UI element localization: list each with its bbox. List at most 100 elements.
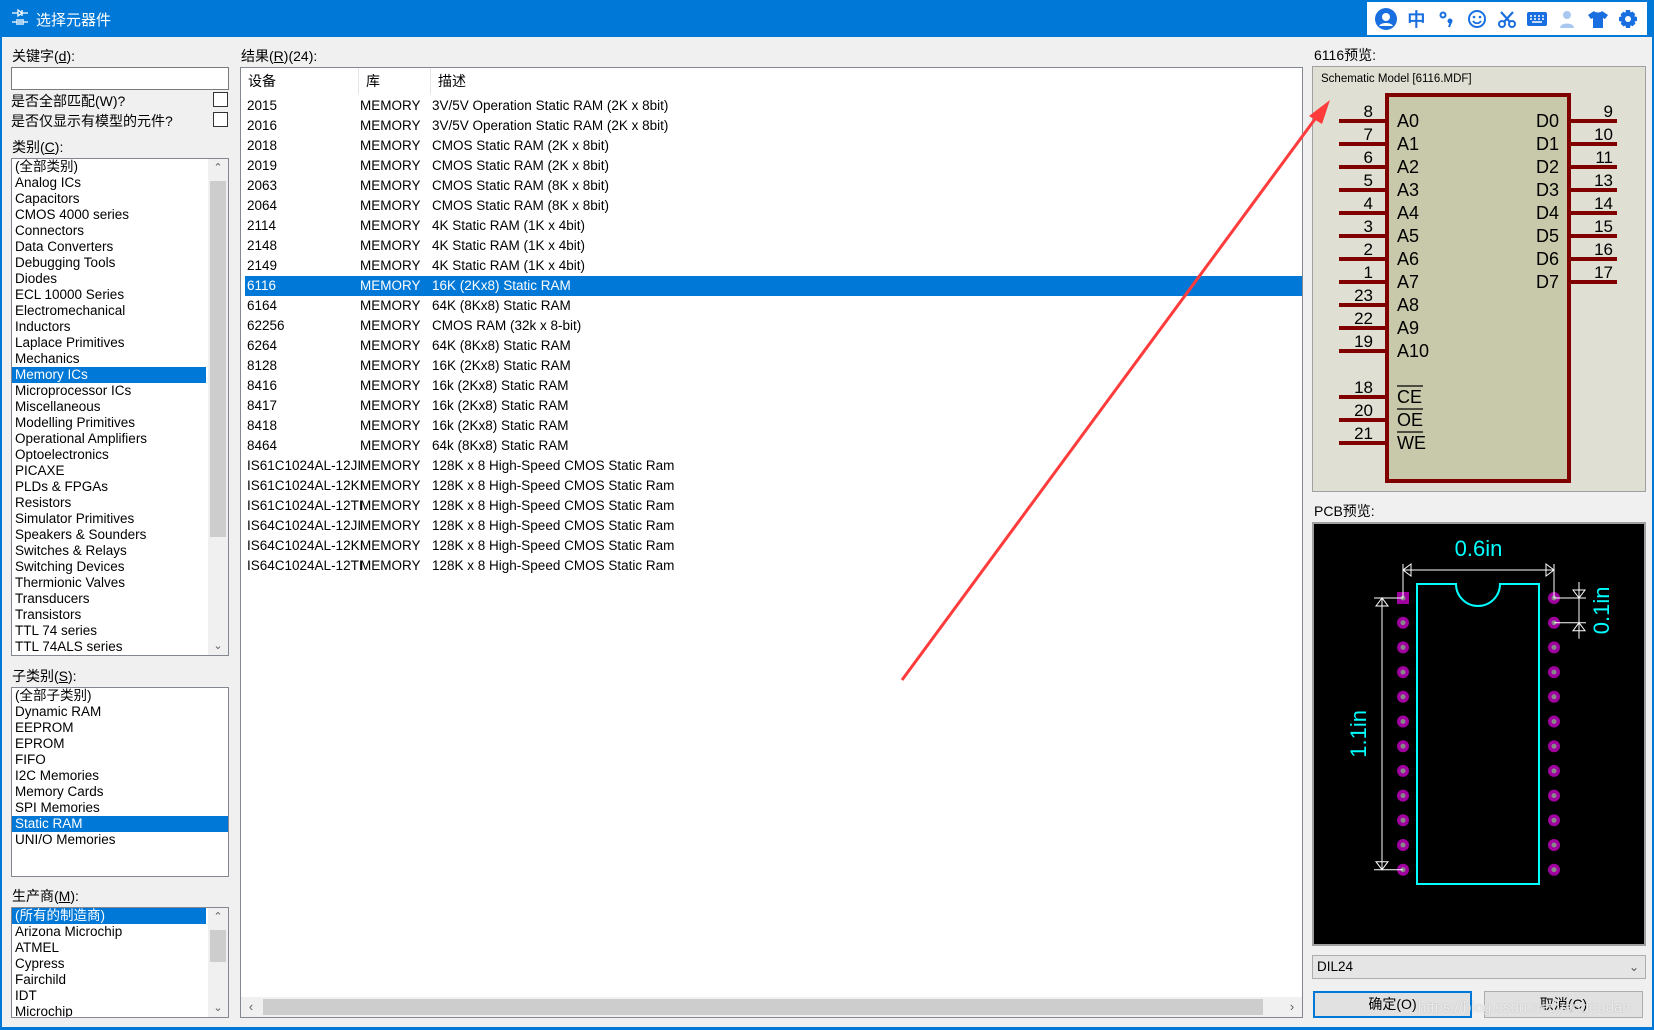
emoji-icon[interactable] <box>1465 7 1489 31</box>
table-row[interactable]: 2016 MEMORY 3V/5V Operation Static RAM (2K… <box>245 116 1302 136</box>
subcategory-item[interactable]: EEPROM <box>12 720 228 736</box>
table-row[interactable]: 2114 MEMORY 4K Static RAM (1K x 4bit) <box>245 216 1302 236</box>
table-row[interactable]: 2015 MEMORY 3V/5V Operation Static RAM (2K… <box>245 96 1302 116</box>
category-item[interactable]: Thermionic Valves <box>12 575 206 591</box>
subcategory-item[interactable]: FIFO <box>12 752 228 768</box>
category-item[interactable]: TTL 74ALS series <box>12 639 206 655</box>
scroll-up-icon[interactable]: ⌃ <box>208 908 228 926</box>
chinese-input-icon[interactable]: 中 <box>1404 7 1428 31</box>
scissors-icon[interactable] <box>1495 7 1519 31</box>
keyboard-icon[interactable] <box>1525 7 1549 31</box>
scroll-thumb[interactable] <box>263 999 1263 1015</box>
scroll-up-icon[interactable]: ⌃ <box>208 159 228 177</box>
column-header-description[interactable]: 描述 <box>431 68 731 94</box>
subcategory-item[interactable]: (全部子类别) <box>12 688 228 704</box>
category-scrollbar[interactable]: ⌃ ⌄ <box>208 159 228 655</box>
category-item[interactable]: Electromechanical <box>12 303 206 319</box>
scroll-thumb[interactable] <box>210 181 226 537</box>
subcategory-item[interactable]: Static RAM <box>12 816 228 832</box>
table-row[interactable]: IS64C1024AL-12JI MEMORY 128K x 8 High-Spee… <box>245 516 1302 536</box>
table-row[interactable]: 2019 MEMORY CMOS Static RAM (2K x 8bit) <box>245 156 1302 176</box>
category-item[interactable]: Speakers & Sounders <box>12 527 206 543</box>
table-row[interactable]: IS61C1024AL-12TI MEMORY 128K x 8 High-Spee… <box>245 496 1302 516</box>
package-select[interactable]: DIL24 ⌄ <box>1312 955 1646 979</box>
results-table[interactable]: 设备 库 描述 2015 MEMORY 3V/5V Operation Static… <box>240 67 1303 1018</box>
category-item[interactable]: Laplace Primitives <box>12 335 206 351</box>
category-item[interactable]: Modelling Primitives <box>12 415 206 431</box>
person-icon[interactable] <box>1555 7 1579 31</box>
column-header-device[interactable]: 设备 <box>241 68 359 94</box>
scroll-right-icon[interactable]: › <box>1282 997 1302 1017</box>
manufacturer-item[interactable]: Cypress <box>12 956 206 972</box>
table-row[interactable]: 8416 MEMORY 16k (2Kx8) Static RAM <box>245 376 1302 396</box>
table-row[interactable]: 2064 MEMORY CMOS Static RAM (8K x 8bit) <box>245 196 1302 216</box>
category-item[interactable]: Switches & Relays <box>12 543 206 559</box>
keyword-input[interactable] <box>11 67 229 90</box>
category-item[interactable]: Simulator Primitives <box>12 511 206 527</box>
category-item[interactable]: (全部类别) <box>12 159 206 175</box>
category-item[interactable]: CMOS 4000 series <box>12 207 206 223</box>
manufacturer-list[interactable]: (所有的制造商) Arizona Microchip ATMEL Cypress Fai… <box>11 907 229 1018</box>
subcategory-item[interactable]: EPROM <box>12 736 228 752</box>
models-only-checkbox[interactable] <box>213 112 228 127</box>
scroll-down-icon[interactable]: ⌄ <box>208 999 228 1017</box>
table-row[interactable]: 2018 MEMORY CMOS Static RAM (2K x 8bit) <box>245 136 1302 156</box>
table-row[interactable]: 6116 MEMORY 16K (2Kx8) Static RAM <box>245 276 1302 296</box>
results-hscrollbar[interactable]: ‹ › <box>241 997 1302 1017</box>
category-item[interactable]: Switching Devices <box>12 559 206 575</box>
manufacturer-item[interactable]: (所有的制造商) <box>12 908 206 924</box>
manufacturer-item[interactable]: ATMEL <box>12 940 206 956</box>
category-item[interactable]: Transistors <box>12 607 206 623</box>
category-item[interactable]: Inductors <box>12 319 206 335</box>
category-item[interactable]: Capacitors <box>12 191 206 207</box>
category-item[interactable]: Transducers <box>12 591 206 607</box>
column-header-library[interactable]: 库 <box>359 68 431 94</box>
category-item[interactable]: Data Converters <box>12 239 206 255</box>
category-list[interactable]: (全部类别) Analog ICs Capacitors CMOS 4000 seri… <box>11 158 229 656</box>
subcategory-item[interactable]: I2C Memories <box>12 768 228 784</box>
manufacturer-item[interactable]: Arizona Microchip <box>12 924 206 940</box>
table-row[interactable]: IS64C1024AL-12TI MEMORY 128K x 8 High-Spee… <box>245 556 1302 576</box>
table-row[interactable]: 62256 MEMORY CMOS RAM (32k x 8-bit) <box>245 316 1302 336</box>
category-item[interactable]: Analog ICs <box>12 175 206 191</box>
table-row[interactable]: 6164 MEMORY 64K (8Kx8) Static RAM <box>245 296 1302 316</box>
punctuation-icon[interactable] <box>1435 7 1459 31</box>
match-all-checkbox[interactable] <box>213 92 228 107</box>
table-row[interactable]: 2149 MEMORY 4K Static RAM (1K x 4bit) <box>245 256 1302 276</box>
table-row[interactable]: IS64C1024AL-12KI MEMORY 128K x 8 High-Spee… <box>245 536 1302 556</box>
table-row[interactable]: 2148 MEMORY 4K Static RAM (1K x 4bit) <box>245 236 1302 256</box>
category-item[interactable]: Miscellaneous <box>12 399 206 415</box>
category-item[interactable]: Diodes <box>12 271 206 287</box>
manufacturer-item[interactable]: Microchip <box>12 1004 206 1017</box>
table-row[interactable]: 6264 MEMORY 64K (8Kx8) Static RAM <box>245 336 1302 356</box>
manufacturer-scrollbar[interactable]: ⌃ ⌄ <box>208 908 228 1017</box>
table-row[interactable]: 8464 MEMORY 64k (8Kx8) Static RAM <box>245 436 1302 456</box>
table-row[interactable]: 8128 MEMORY 16K (2Kx8) Static RAM <box>245 356 1302 376</box>
category-item[interactable]: PLDs & FPGAs <box>12 479 206 495</box>
user-avatar-icon[interactable] <box>1374 7 1398 31</box>
category-item[interactable]: Resistors <box>12 495 206 511</box>
subcategory-item[interactable]: UNI/O Memories <box>12 832 228 848</box>
category-item[interactable]: Microprocessor ICs <box>12 383 206 399</box>
category-item[interactable]: Debugging Tools <box>12 255 206 271</box>
table-row[interactable]: 2063 MEMORY CMOS Static RAM (8K x 8bit) <box>245 176 1302 196</box>
category-item[interactable]: ECL 10000 Series <box>12 287 206 303</box>
category-item[interactable]: Memory ICs <box>12 367 206 383</box>
subcategory-item[interactable]: SPI Memories <box>12 800 228 816</box>
table-row[interactable]: IS61C1024AL-12KI MEMORY 128K x 8 High-Spee… <box>245 476 1302 496</box>
table-row[interactable]: 8417 MEMORY 16k (2Kx8) Static RAM <box>245 396 1302 416</box>
subcategory-item[interactable]: Memory Cards <box>12 784 228 800</box>
category-item[interactable]: Operational Amplifiers <box>12 431 206 447</box>
category-item[interactable]: Optoelectronics <box>12 447 206 463</box>
manufacturer-item[interactable]: Fairchild <box>12 972 206 988</box>
subcategory-list[interactable]: (全部子类别) Dynamic RAM EEPROM EPROM FIFO I2C Mem… <box>11 687 229 877</box>
scroll-down-icon[interactable]: ⌄ <box>208 637 228 655</box>
scroll-thumb[interactable] <box>210 930 226 962</box>
category-item[interactable]: Mechanics <box>12 351 206 367</box>
table-row[interactable]: IS61C1024AL-12JI MEMORY 128K x 8 High-Spee… <box>245 456 1302 476</box>
category-item[interactable]: Connectors <box>12 223 206 239</box>
gear-icon[interactable] <box>1616 7 1640 31</box>
table-row[interactable]: 8418 MEMORY 16k (2Kx8) Static RAM <box>245 416 1302 436</box>
shirt-skin-icon[interactable] <box>1586 7 1610 31</box>
scroll-left-icon[interactable]: ‹ <box>241 997 261 1017</box>
